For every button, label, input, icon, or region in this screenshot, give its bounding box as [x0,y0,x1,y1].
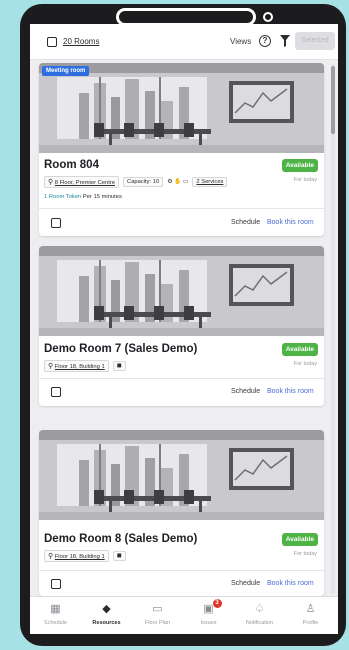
nav-profile[interactable]: ♙ Profile [285,597,336,634]
room-select-checkbox[interactable] [51,387,61,397]
bell-icon: ♤ [254,603,265,615]
status-badge: Available [281,533,318,546]
room-meta-row: ⚲ Floor 18, Building 1 ◼ [44,550,126,562]
book-room-link[interactable]: Book this room [267,388,314,395]
nav-notification[interactable]: ♤ Notification [234,597,285,634]
scrollbar-track[interactable] [331,64,335,594]
amenity-icons: ⚙ ✋ ▭ [167,179,189,185]
location-pin-icon: ⚲ [48,553,54,560]
resources-icon: ◆ [102,603,111,615]
schedule-link[interactable]: Schedule [231,219,260,226]
filter-icon[interactable] [280,35,290,47]
room-card[interactable]: Demo Room 8 (Sales Demo) Available For t… [39,430,324,596]
list-toolbar: 20 Rooms Views ? Selected [30,24,338,60]
selected-button[interactable]: Selected [295,32,335,50]
room-card[interactable]: Meeting room Room 804 Available For toda… [39,63,324,236]
capacity-chip: Capacity: 10 [123,177,164,187]
room-list[interactable]: Meeting room Room 804 Available For toda… [30,60,338,596]
room-photo [39,430,324,520]
book-room-link[interactable]: Book this room [267,219,314,226]
nav-schedule[interactable]: ▦ Schedule [30,597,81,634]
room-select-checkbox[interactable] [51,218,61,228]
token-cost: 1 Room Token Per 15 minutes [44,194,122,200]
help-icon[interactable]: ? [259,35,271,47]
room-photo [39,246,324,336]
status-subtitle: For today [293,177,317,183]
status-subtitle: For today [293,361,317,367]
floor-plan-icon: ▭ [152,603,163,615]
nav-issues[interactable]: ▣ 3 Issues [183,597,234,634]
calendar-icon: ▦ [50,603,61,615]
rooms-count-link[interactable]: 20 Rooms [63,37,99,46]
room-name[interactable]: Demo Room 8 (Sales Demo) [44,533,197,545]
views-button[interactable]: Views [230,37,251,46]
room-meta-row: ⚲ Floor 18, Building 1 ◼ [44,360,126,372]
amenity-icons: ◼ [112,551,126,561]
camera-dot [263,12,273,22]
location-pin-icon: ⚲ [48,179,54,186]
room-meta-row: ⚲ 8 Floor, Premier Centre Capacity: 10 ⚙… [44,176,228,188]
nav-resources[interactable]: ◆ Resources [81,597,132,634]
location-chip[interactable]: ⚲ 8 Floor, Premier Centre [44,176,120,188]
status-badge: Available [281,159,318,172]
services-link[interactable]: 2 Services [192,177,228,187]
schedule-link[interactable]: Schedule [231,388,260,395]
status-subtitle: For today [293,551,317,557]
location-chip[interactable]: ⚲ Floor 18, Building 1 [44,360,109,372]
room-select-checkbox[interactable] [51,579,61,589]
book-room-link[interactable]: Book this room [267,580,314,587]
card-divider [39,378,324,379]
issues-count-badge: 3 [212,599,222,608]
room-name[interactable]: Room 804 [44,159,99,171]
issues-icon: ▣ 3 [202,599,222,616]
bottom-navigation: ▦ Schedule ◆ Resources ▭ Floor Plan ▣ 3 I… [30,596,338,634]
app-screen: 20 Rooms Views ? Selected Meeting room R… [30,24,338,634]
profile-icon: ♙ [305,603,316,615]
card-divider [39,570,324,571]
room-card[interactable]: Demo Room 7 (Sales Demo) Available For t… [39,246,324,406]
location-pin-icon: ⚲ [48,363,54,370]
room-type-tag: Meeting room [42,66,90,76]
scrollbar-thumb[interactable] [331,66,335,134]
location-chip[interactable]: ⚲ Floor 18, Building 1 [44,550,109,562]
room-photo: Meeting room [39,63,324,153]
card-divider [39,208,324,209]
nav-floor-plan[interactable]: ▭ Floor Plan [132,597,183,634]
status-badge: Available [281,343,318,356]
amenity-icons: ◼ [112,361,126,371]
room-name[interactable]: Demo Room 7 (Sales Demo) [44,343,197,355]
select-all-checkbox[interactable] [47,37,57,47]
schedule-link[interactable]: Schedule [231,580,260,587]
